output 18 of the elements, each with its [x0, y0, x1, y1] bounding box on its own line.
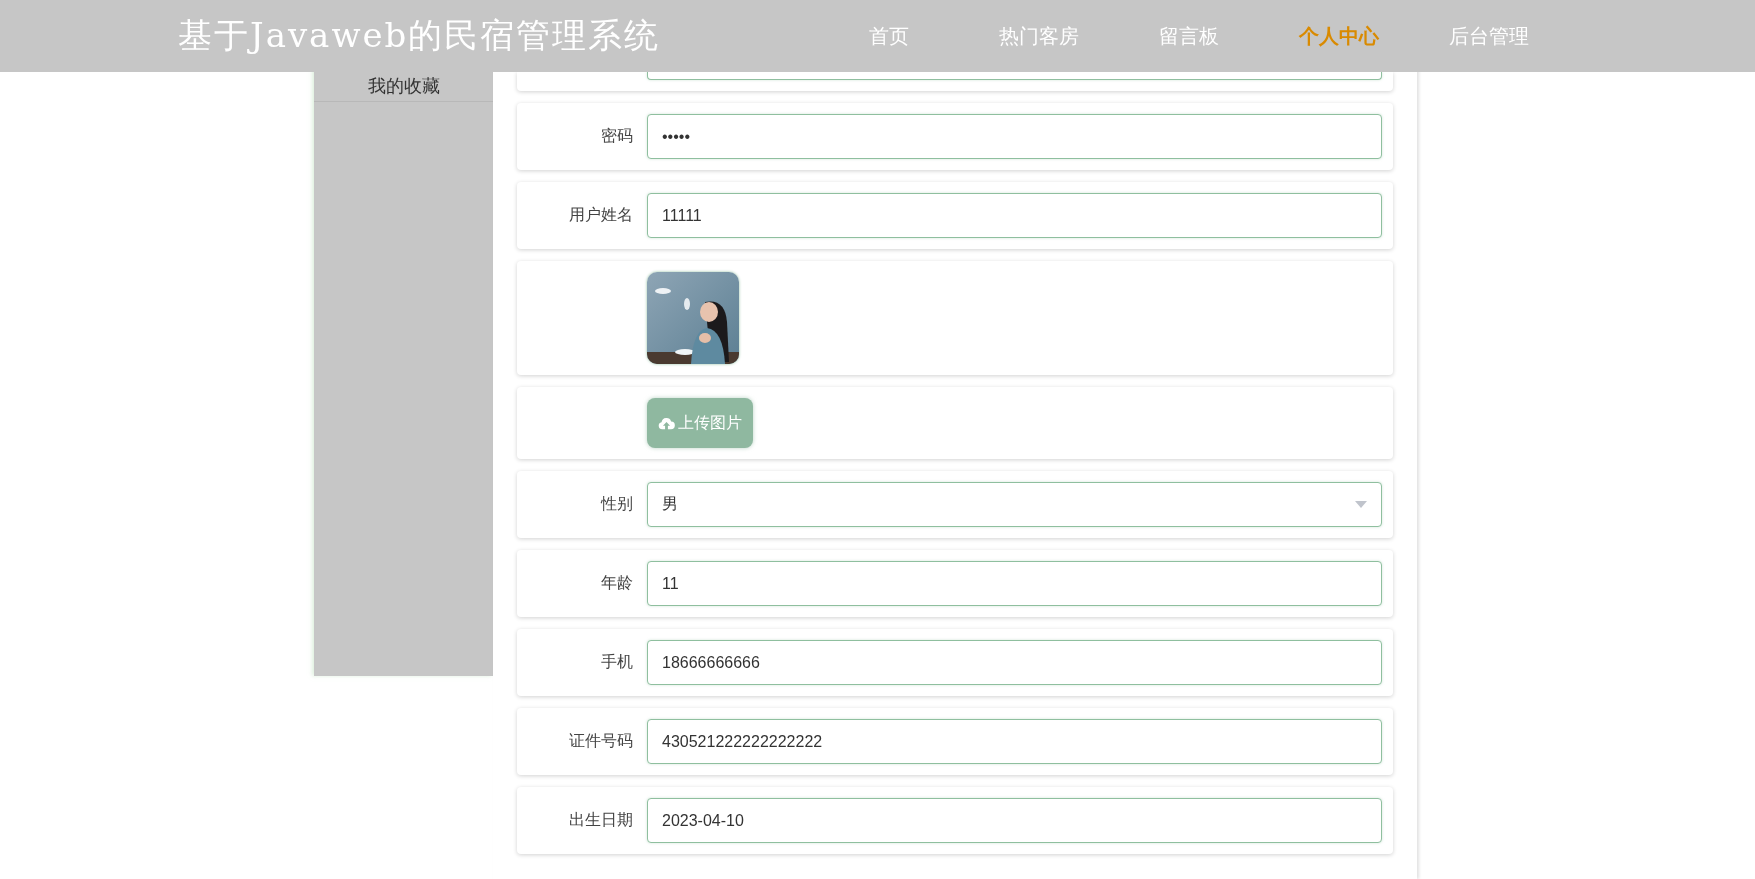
input-field[interactable]: 430521222222222222 [647, 719, 1382, 764]
input-field[interactable]: 11111 [647, 193, 1382, 238]
input-field[interactable]: ••••• [647, 114, 1382, 159]
select-field[interactable]: 男 [647, 482, 1382, 527]
input-field[interactable]: 18666666666 [647, 640, 1382, 685]
field-label: 用户姓名 [568, 205, 633, 225]
input-field[interactable]: 2023-04-10 [647, 798, 1382, 843]
field-label: 性别 [599, 494, 633, 514]
field-label: 手机 [600, 652, 633, 672]
field-label: 年龄 [600, 573, 633, 593]
input-field[interactable]: 11 [647, 561, 1382, 606]
cloud-upload-icon [658, 416, 675, 430]
field-label: 出生日期 [568, 810, 633, 830]
field-label: 密码 [600, 126, 633, 146]
site-title: 基于Javaweb的民宿管理系统 [178, 14, 662, 57]
caret-icon [1355, 501, 1367, 508]
input-field[interactable] [647, 72, 1382, 80]
field-label: 证件号码 [568, 731, 633, 751]
